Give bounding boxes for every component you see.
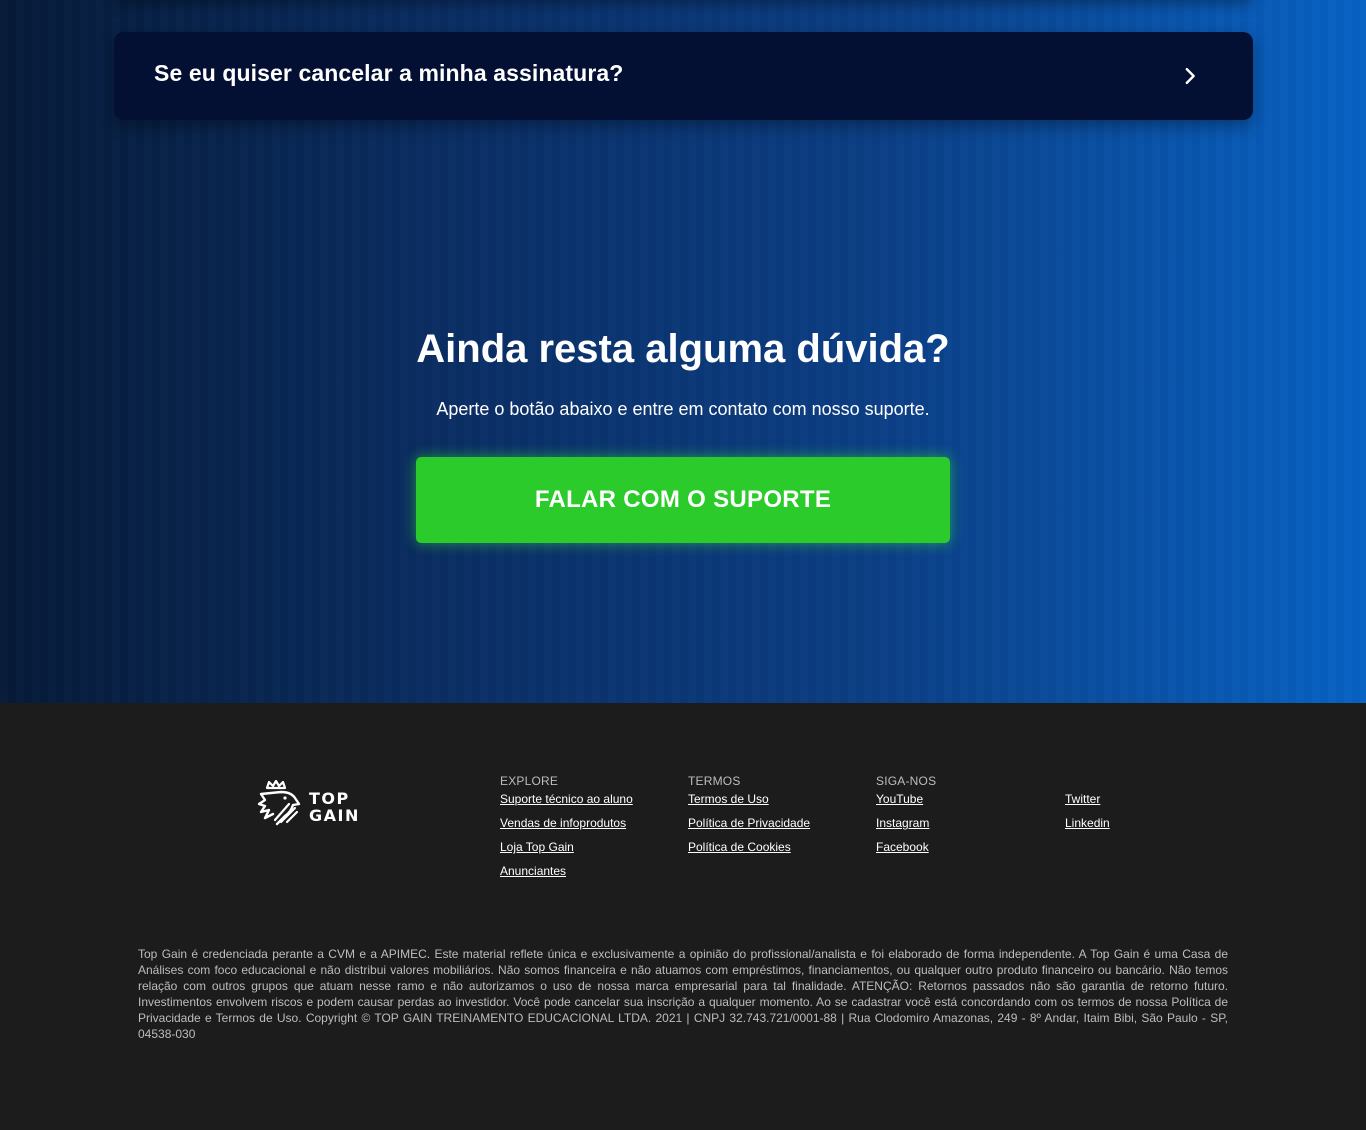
link-facebook[interactable]: Facebook	[876, 839, 936, 863]
link-termos-de-uso[interactable]: Termos de Uso	[688, 791, 810, 815]
footer-column-title: SIGA-NOS	[876, 774, 937, 788]
link-loja-top-gain[interactable]: Loja Top Gain	[500, 839, 633, 863]
logo-wordmark: TOP GAIN	[309, 789, 360, 825]
footer: TOP GAIN EXPLORE Suporte técnico ao alun…	[0, 703, 1366, 1130]
legal-disclaimer: Top Gain é credenciada perante a CVM e a…	[138, 947, 1228, 1041]
chevron-right-icon[interactable]	[1179, 65, 1201, 87]
footer-column-explore: EXPLORE Suporte técnico ao aluno Vendas …	[500, 773, 633, 887]
lion-crown-logo-icon	[257, 780, 301, 826]
faq-item-cancel-subscription[interactable]: Se eu quiser cancelar a minha assinatura…	[114, 32, 1253, 120]
cta-title: Ainda resta alguma dúvida?	[416, 327, 950, 371]
link-vendas-infoprodutos[interactable]: Vendas de infoprodutos	[500, 815, 633, 839]
link-instagram[interactable]: Instagram	[876, 815, 936, 839]
hero-section: Se eu quiser cancelar a minha assinatura…	[0, 0, 1366, 703]
link-anunciantes[interactable]: Anunciantes	[500, 863, 633, 887]
footer-column-termos: TERMOS Termos de Uso Política de Privaci…	[688, 773, 810, 863]
footer-column-title: TERMOS	[688, 774, 741, 788]
footer-column-siga-nos: SIGA-NOS YouTube Instagram Facebook	[876, 773, 936, 863]
link-youtube[interactable]: YouTube	[876, 791, 936, 815]
link-linkedin[interactable]: Linkedin	[1065, 815, 1110, 839]
faq-question: Se eu quiser cancelar a minha assinatura…	[154, 60, 624, 86]
cta-subtitle: Aperte o botão abaixo e entre em contato…	[436, 399, 930, 419]
footer-column-siga-nos-extra: Twitter Linkedin	[1065, 773, 1110, 839]
link-suporte-tecnico[interactable]: Suporte técnico ao aluno	[500, 791, 633, 815]
link-twitter[interactable]: Twitter	[1065, 791, 1110, 815]
contact-support-button[interactable]: FALAR COM O SUPORTE	[416, 457, 950, 543]
footer-column-title: EXPLORE	[500, 774, 559, 788]
top-gain-logo[interactable]: TOP GAIN	[255, 780, 365, 826]
link-politica-privacidade[interactable]: Política de Privacidade	[688, 815, 810, 839]
link-politica-cookies[interactable]: Política de Cookies	[688, 839, 810, 863]
